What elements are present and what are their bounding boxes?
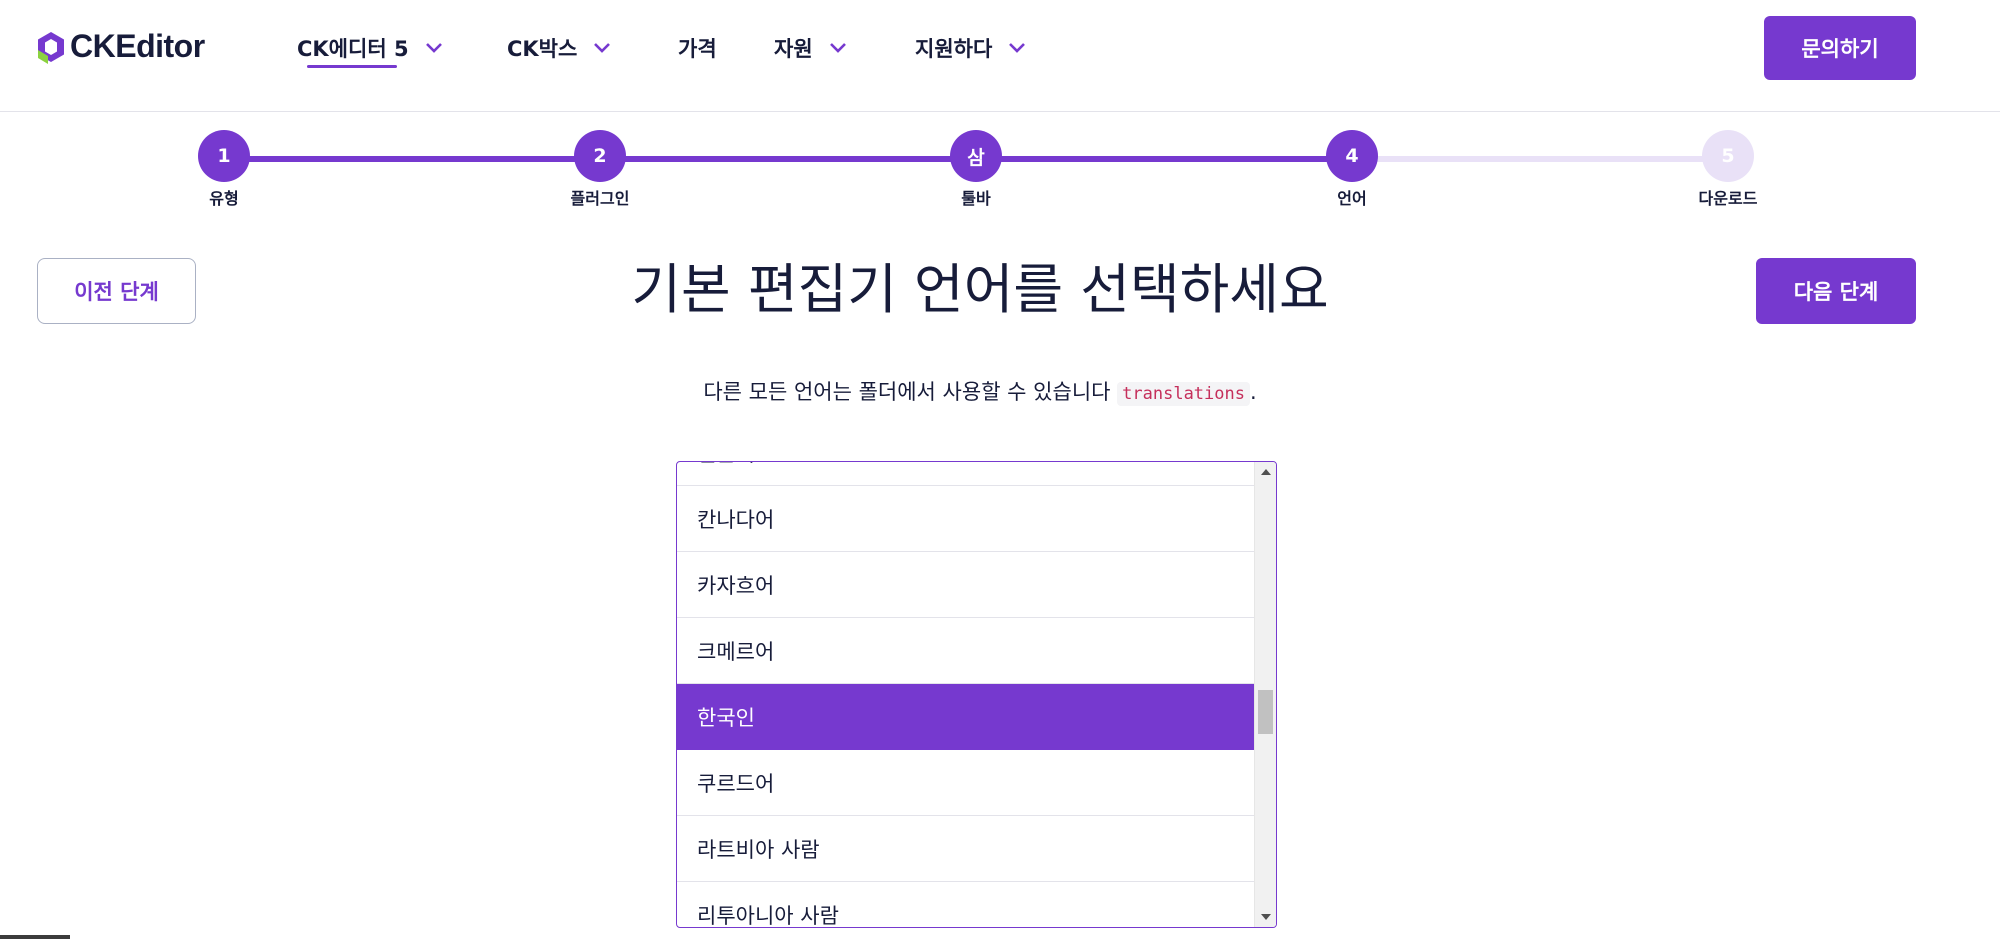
nav-item-resources[interactable]: 자원: [774, 30, 847, 66]
language-option[interactable]: 일본어: [677, 462, 1254, 486]
nav-item-label: 가격: [678, 37, 717, 61]
bottom-left-bar: [0, 935, 70, 939]
ckeditor-logo-icon: [38, 31, 64, 64]
scroll-up-arrow-icon[interactable]: [1255, 462, 1276, 482]
nav-item-ckeditor5[interactable]: CK에디터 5: [297, 30, 443, 66]
ckeditor-logo[interactable]: CKEditor: [36, 28, 205, 65]
page-title: 기본 편집기 언어를 선택하세요: [631, 258, 1329, 321]
language-option[interactable]: 쿠르드어: [677, 750, 1254, 816]
language-option[interactable]: 크메르어: [677, 618, 1254, 684]
chevron-down-icon: [425, 43, 442, 53]
chevron-down-icon: [594, 43, 611, 53]
step-5-label: 다운로드: [1698, 189, 1758, 208]
nav-item-pricing[interactable]: 가격: [678, 30, 717, 66]
subtitle: 다른 모든 언어는 폴더에서 사용할 수 있습니다 translations.: [500, 375, 1460, 411]
nav-item-label: 지원하다: [915, 37, 993, 61]
language-option[interactable]: 카자흐어: [677, 552, 1254, 618]
step-5-circle: 5: [1702, 130, 1754, 182]
chevron-down-icon: [829, 43, 846, 53]
language-listbox[interactable]: 일본어 칸나다어 카자흐어 크메르어 한국인 쿠르드어 라트비아 사람 리투아니…: [676, 461, 1277, 928]
active-nav-underline: [307, 65, 397, 68]
logo-text: CKEditor: [70, 28, 205, 64]
scrollbar-thumb[interactable]: [1258, 690, 1273, 734]
scroll-down-arrow-icon[interactable]: [1255, 907, 1276, 927]
step-1-label: 유형: [209, 189, 239, 208]
step-1-circle[interactable]: 1: [198, 130, 250, 182]
translations-folder-code: translations: [1117, 382, 1250, 406]
site-header: CKEditor CK에디터 5 CK박스 가격 자원 지원하다 문의하기: [0, 0, 2000, 112]
step-3-circle[interactable]: 삼: [950, 130, 1002, 182]
language-option[interactable]: 리투아니아 사람: [677, 882, 1254, 928]
language-option[interactable]: 라트비아 사람: [677, 816, 1254, 882]
previous-step-button[interactable]: 이전 단계: [37, 258, 196, 324]
subtitle-period: .: [1249, 380, 1257, 404]
nav-item-support[interactable]: 지원하다: [915, 30, 1026, 66]
chevron-down-icon: [1009, 43, 1026, 53]
language-option-selected[interactable]: 한국인: [677, 684, 1254, 750]
nav-item-label: CK에디터 5: [297, 37, 409, 61]
stepper-track-pending: [1352, 156, 1728, 162]
nav-item-ckbox[interactable]: CK박스: [507, 30, 611, 66]
step-2-circle[interactable]: 2: [574, 130, 626, 182]
step-4-circle[interactable]: 4: [1326, 130, 1378, 182]
language-options: 일본어 칸나다어 카자흐어 크메르어 한국인 쿠르드어 라트비아 사람 리투아니…: [677, 462, 1254, 928]
subtitle-text: 다른 모든 언어는 폴더에서 사용할 수 있습니다: [703, 380, 1111, 404]
next-step-button[interactable]: 다음 단계: [1756, 258, 1916, 324]
language-option[interactable]: 칸나다어: [677, 486, 1254, 552]
step-2-label: 플러그인: [570, 189, 630, 208]
step-4-label: 언어: [1337, 189, 1367, 208]
stepper-track-complete: [224, 156, 1352, 162]
contact-us-button[interactable]: 문의하기: [1764, 16, 1916, 80]
listbox-scrollbar[interactable]: [1254, 462, 1276, 927]
nav-item-label: 자원: [774, 37, 813, 61]
step-3-label: 툴바: [961, 189, 991, 208]
nav-item-label: CK박스: [507, 37, 578, 61]
progress-stepper: 1 유형 2 플러그인 삼 툴바 4 언어 5 다운로드: [0, 112, 2000, 222]
